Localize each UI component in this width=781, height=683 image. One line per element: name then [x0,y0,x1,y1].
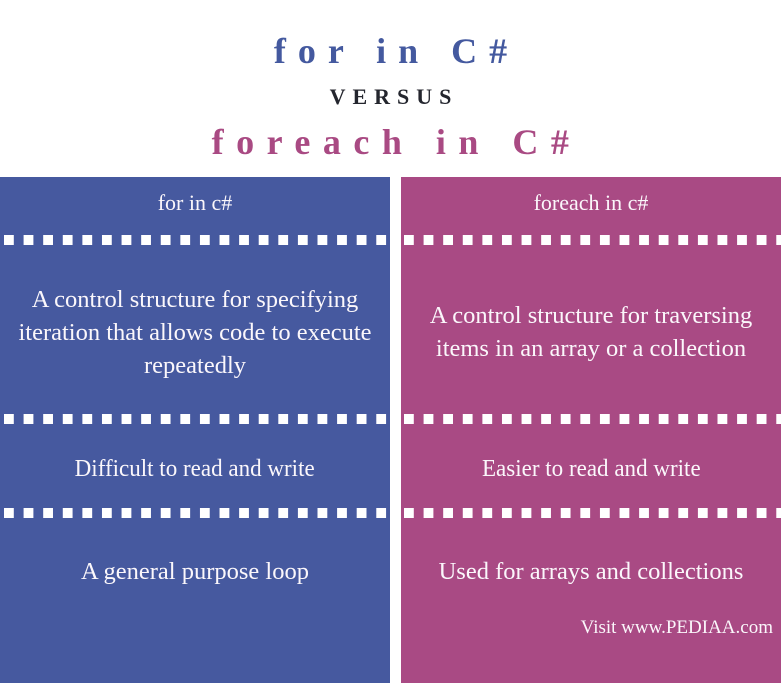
column-for: for in c# A control structure for specif… [0,177,390,683]
cell-definition-for: A control structure for specifying itera… [18,285,372,379]
column-header-foreach: foreach in c# [533,190,649,215]
title-versus: VERSUS [329,84,459,109]
cell-purpose-foreach: Used for arrays and collections [438,558,744,585]
dotted-divider [0,508,390,518]
column-foreach: foreach in c# A control structure for tr… [401,177,781,683]
source-credit: Visit www.PEDIAA.com [580,617,773,638]
dotted-divider [0,235,390,245]
cell-readability-foreach: Easier to read and write [401,429,781,509]
title-foreach-in-csharp: foreach in C# [211,122,582,162]
cell-readability-foreach-text: Easier to read and write [481,455,701,482]
column-header-for: for in c# [157,190,233,215]
dotted-divider [0,414,390,424]
cell-readability-for-text: Difficult to read and write [74,455,316,482]
dotted-divider [401,235,781,245]
dotted-divider [401,414,781,424]
cell-readability-for: Difficult to read and write [0,429,390,509]
dotted-divider [401,508,781,518]
cell-definition-foreach: A control structure for traversing items… [429,302,753,362]
cell-purpose-for: A general purpose loop [81,558,309,585]
title-for-in-csharp: for in C# [273,31,520,71]
